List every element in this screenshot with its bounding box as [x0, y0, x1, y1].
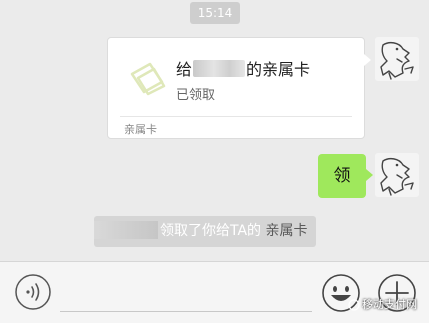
system-notice: 领取了你给TA的 亲属卡	[94, 216, 316, 247]
redacted-name	[94, 221, 158, 239]
card-title-suffix: 的亲属卡	[246, 60, 311, 79]
dinosaur-avatar-icon	[380, 41, 414, 80]
text-message-bubble[interactable]: 领	[318, 154, 373, 198]
family-card-link[interactable]: 亲属卡	[266, 223, 308, 239]
family-card-icon	[130, 62, 166, 96]
watermark-text: 移动支付网	[362, 298, 417, 311]
wechat-watermark-icon	[348, 299, 360, 311]
avatar[interactable]	[375, 153, 419, 197]
family-card-message[interactable]: 给 的亲属卡 已领取 亲属卡	[107, 37, 371, 139]
message-input[interactable]	[60, 276, 312, 312]
card-title-prefix: 给	[176, 60, 193, 79]
system-notice-text: 领取了你给TA的	[160, 223, 262, 239]
dinosaur-avatar-icon	[380, 157, 414, 196]
avatar[interactable]	[375, 37, 419, 81]
card-title: 给 的亲属卡	[176, 56, 310, 80]
chat-input-bar	[0, 261, 429, 323]
watermark: 移动支付网	[348, 296, 417, 312]
redacted-name	[193, 60, 246, 77]
card-divider	[120, 116, 352, 117]
card-footer-label: 亲属卡	[124, 123, 157, 136]
voice-icon[interactable]	[14, 273, 52, 311]
message-timestamp: 15:14	[190, 2, 240, 24]
card-status: 已领取	[176, 88, 216, 103]
